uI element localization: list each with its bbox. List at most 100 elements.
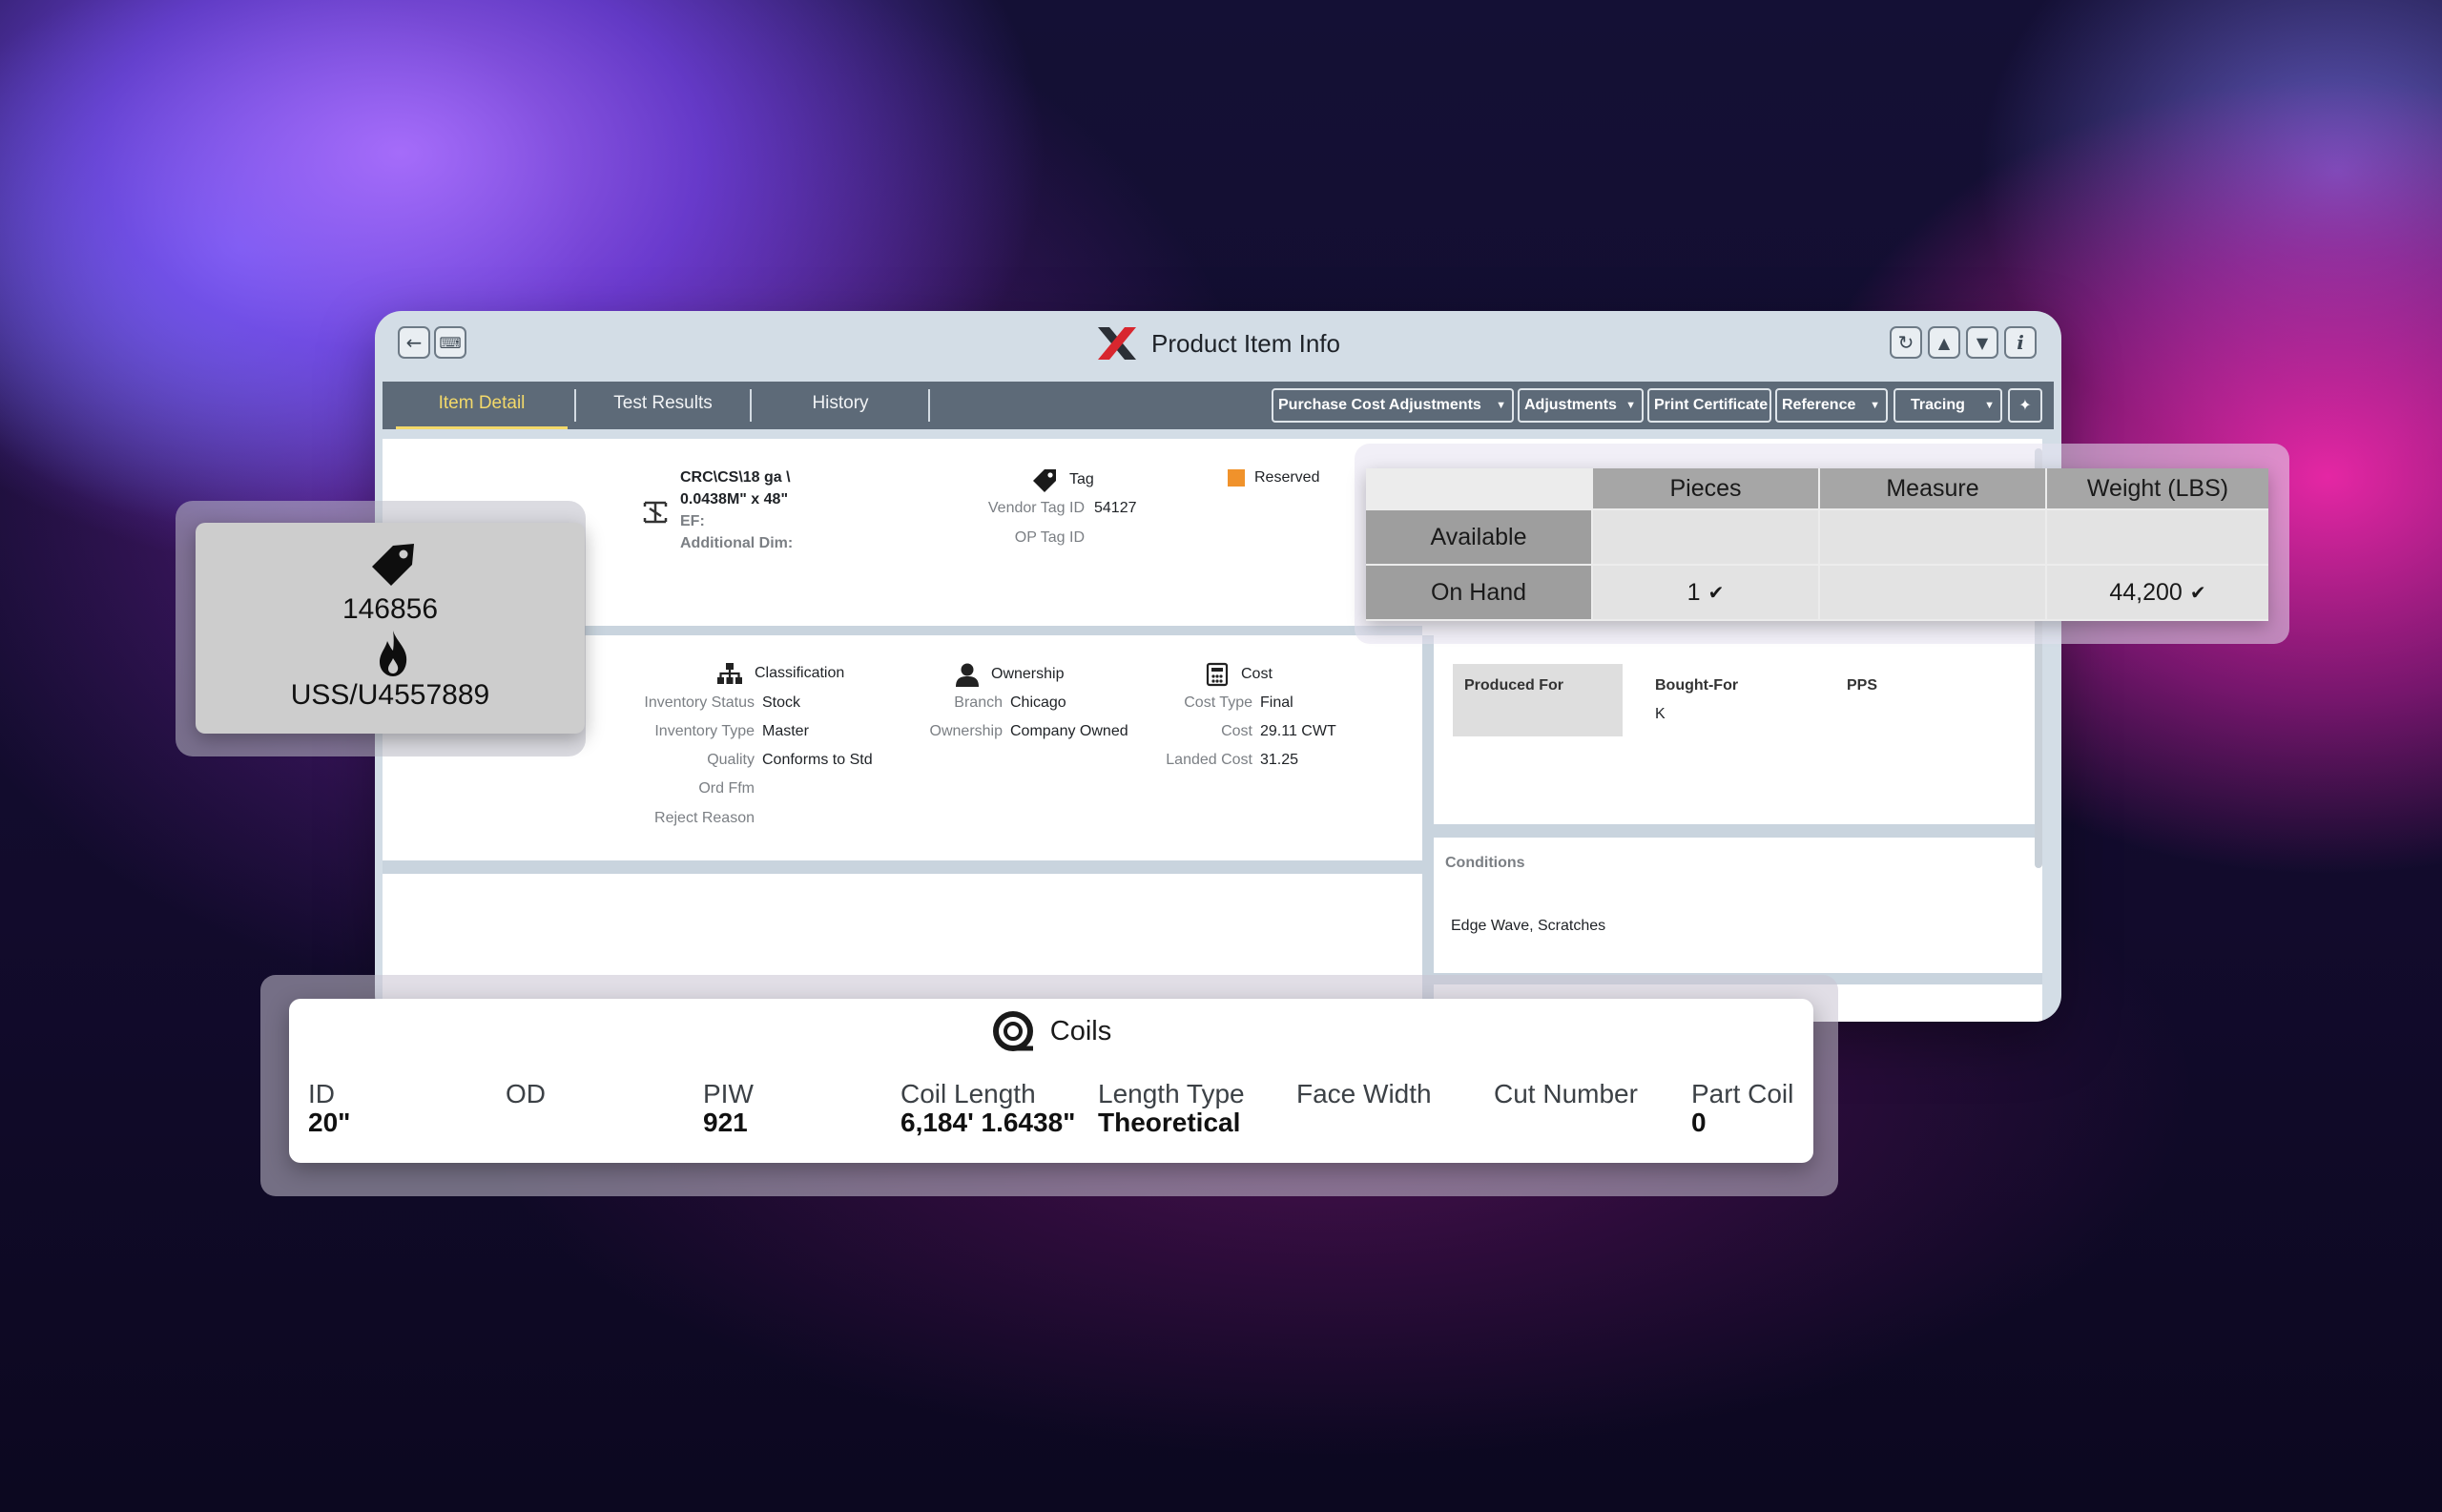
coil-field-value: Theoretical [1098,1108,1241,1137]
ef-label: EF: [680,513,705,529]
coil-field-coil-length: Coil Length 6,184' 1.6438" [900,1079,1075,1138]
tab-history[interactable]: History [755,382,926,429]
ord-ffm-label: Ord Ffm [698,780,755,797]
check-circle-icon: ✔ [1707,581,1725,604]
cost-header-label: Cost [1241,666,1273,682]
cost-type-value: Final [1260,694,1293,711]
coil-field-label: Part Coil [1691,1079,1794,1108]
coil-field-label: Length Type [1098,1079,1245,1108]
row-label-available: Available [1366,510,1591,564]
coil-field-value: 6,184' 1.6438" [900,1108,1076,1137]
op-tag-id-label: OP Tag ID [1014,529,1085,546]
on-hand-weight-cell: 44,200 ✔ [2047,566,2268,619]
purchase-cost-adjustments-dropdown[interactable]: Purchase Cost Adjustments ▼ [1272,388,1514,423]
reference-dropdown[interactable]: Reference ▼ [1775,388,1888,423]
available-pieces [1593,510,1818,564]
column-divider [1422,635,1434,1022]
adjustments-label: Adjustments [1524,397,1617,413]
product-item-info-window: ← ⌨ Product Item Info ↻ ▲ ▼ i Item Detai… [375,311,2061,1022]
tag-icon [1033,469,1056,492]
additional-dim-label: Additional Dim: [680,535,794,551]
adjustments-dropdown[interactable]: Adjustments ▼ [1518,388,1644,423]
tab-divider [750,389,752,422]
coil-field-part-coil: Part Coil 0 [1691,1079,1793,1138]
quantity-table-corner [1366,468,1591,508]
row-label-on-hand: On Hand [1366,566,1591,619]
tag-header-label: Tag [1069,471,1094,487]
classification-header: Classification [716,662,844,685]
refresh-icon: ↻ [1897,331,1914,354]
product-description-line2: 0.0438M" x 48" [680,491,789,507]
coil-field-value: 20" [308,1108,351,1137]
triangle-up-icon: ▲ [1937,333,1951,352]
column-header-weight: Weight (LBS) [2047,468,2268,508]
print-certificate-button[interactable]: Print Certificate [1647,388,1771,423]
tag-header: Tag [1031,467,1094,492]
cost-label: Cost [1221,723,1252,739]
next-button[interactable]: ▼ [1966,326,1998,359]
coil-field-label: Cut Number [1494,1079,1638,1108]
refresh-button[interactable]: ↻ [1890,326,1922,359]
title-bar: ← ⌨ Product Item Info ↻ ▲ ▼ i [375,311,2061,382]
coil-field-id: ID 20" [308,1079,350,1138]
coils-title: Coils [1049,1015,1112,1046]
pps-label: PPS [1847,677,1878,694]
vendor-tag-id-label: Vendor Tag ID [987,500,1085,516]
available-measure [1820,510,2045,564]
coil-field-od: OD [506,1079,546,1108]
bought-for-value: K [1655,706,1666,722]
column-header-pieces: Pieces [1593,468,1818,508]
on-hand-pieces: 1 [1687,578,1701,606]
cost-value: 29.11 CWT [1260,723,1336,739]
section-divider [383,860,1422,874]
reserved-status-swatch [1228,469,1245,487]
cost-header: Cost [1205,662,1273,687]
tag-card: 146856 USS/U4557889 [196,523,585,734]
flame-icon [380,631,407,676]
tab-bar: Item Detail Test Results History Purchas… [383,382,2054,429]
coil-field-label: Face Width [1296,1079,1432,1108]
caret-down-icon: ▼ [1496,400,1506,411]
produced-for-box[interactable]: Produced For [1453,664,1623,736]
tab-item-detail[interactable]: Item Detail [396,382,568,429]
branch-label: Branch [954,694,1003,711]
coils-card: Coils ID 20" OD PIW 921 Coil Length 6,18… [289,999,1813,1163]
print-certificate-label: Print Certificate [1654,397,1769,413]
coil-field-cut-number: Cut Number [1494,1079,1638,1108]
caret-down-icon: ▼ [1984,400,1995,411]
conditions-value: Edge Wave, Scratches [1451,918,1606,934]
tab-divider [928,389,930,422]
coil-field-value: 0 [1691,1108,1707,1137]
inventory-type-value: Master [762,723,809,739]
coil-field-piw: PIW 921 [703,1079,754,1138]
coil-field-label: OD [506,1079,546,1108]
coil-field-label: PIW [703,1079,754,1108]
tracing-label: Tracing [1911,397,1965,413]
hierarchy-icon [717,663,742,684]
inventory-status-value: Stock [762,694,801,711]
coil-field-length-type: Length Type Theoretical [1098,1079,1245,1138]
tab-test-results[interactable]: Test Results [577,382,749,429]
vendor-tag-id-value: 54127 [1094,500,1137,516]
landed-cost-label: Landed Cost [1166,752,1252,768]
reference-label: Reference [1782,397,1856,413]
magic-wand-button[interactable]: ✦ [2008,388,2042,423]
bought-for-label: Bought-For [1655,677,1739,694]
reserved-status-label: Reserved [1254,469,1320,486]
window-title-text: Product Item Info [1151,328,1340,358]
tracing-dropdown[interactable]: Tracing ▼ [1894,388,2002,423]
purchase-cost-adjustments-label: Purchase Cost Adjustments [1278,397,1481,413]
info-icon: i [2017,331,2024,354]
caret-down-icon: ▼ [1625,400,1636,411]
product-description-line1: CRC\CS\18 ga \ [680,469,791,486]
info-button[interactable]: i [2004,326,2037,359]
coil-field-value: 921 [703,1108,748,1137]
coils-header: Coils [289,1010,1813,1052]
conditions-header: Conditions [1445,855,1525,871]
caret-down-icon: ▼ [1870,400,1880,411]
heat-number: USS/U4557889 [290,679,490,711]
tag-number: 146856 [341,593,439,625]
previous-button[interactable]: ▲ [1928,326,1960,359]
window-title: Product Item Info [375,324,2061,362]
coil-field-label: ID [308,1079,335,1108]
